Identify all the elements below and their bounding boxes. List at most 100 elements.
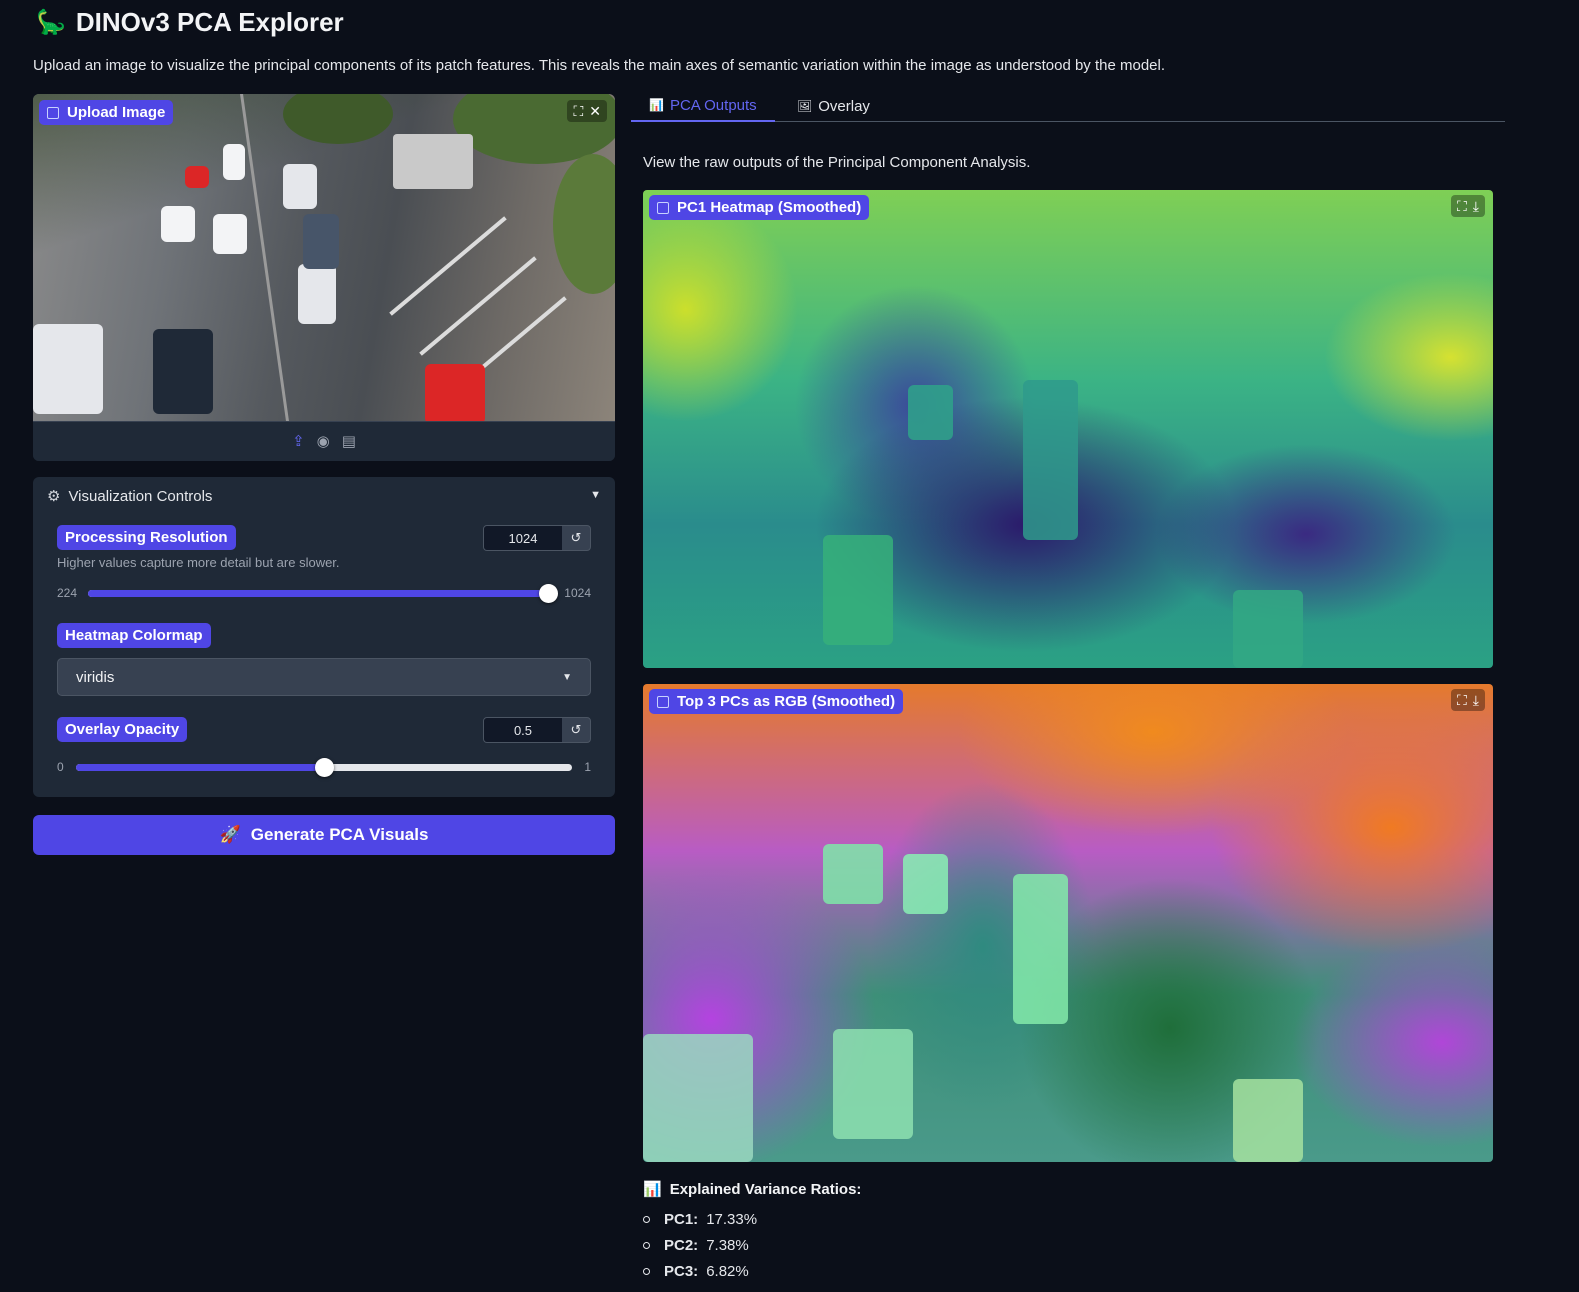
- heatmap-region: [1023, 380, 1078, 540]
- explained-variance-section: 📊 Explained Variance Ratios: PC1: 17.33%…: [643, 1180, 861, 1284]
- reset-icon[interactable]: ↺: [562, 722, 590, 738]
- top3-pcs-rgb-image: Top 3 PCs as RGB (Smoothed) ⛶ ⤓: [643, 684, 1493, 1162]
- heatmap-region: [823, 535, 893, 645]
- upload-image-panel[interactable]: Upload Image ⛶ ✕ ⇪ ◉ ▤: [33, 94, 615, 461]
- slider-fill: [88, 590, 548, 597]
- rgb-image-buttons: ⛶ ⤓: [1450, 689, 1485, 711]
- generate-pca-button[interactable]: 🚀 Generate PCA Visuals: [33, 815, 615, 855]
- rgb-region: [823, 844, 883, 904]
- rgb-region: [833, 1029, 913, 1139]
- pc1-heatmap-image: PC1 Heatmap (Smoothed) ⛶ ⤓: [643, 190, 1493, 668]
- upload-icon[interactable]: ⇪: [292, 433, 305, 451]
- fullscreen-icon[interactable]: ⛶: [1457, 197, 1467, 215]
- uploaded-image: [33, 94, 615, 424]
- overlay-opacity-label-text: Overlay Opacity: [65, 721, 180, 738]
- scene-building: [393, 134, 473, 189]
- slider-thumb[interactable]: [539, 584, 558, 603]
- rgb-image-label: Top 3 PCs as RGB (Smoothed): [649, 689, 904, 714]
- collapse-caret-icon[interactable]: ▼: [590, 489, 601, 501]
- overlay-opacity-slider[interactable]: [76, 758, 572, 777]
- dropdown-caret-icon: ▼: [562, 671, 572, 683]
- fullscreen-icon[interactable]: ⛶: [573, 102, 583, 120]
- rgb-region: [643, 1034, 753, 1162]
- rgb-region: [903, 854, 948, 914]
- output-tabs: 📊 PCA Outputs 🖼 Overlay: [631, 90, 1505, 122]
- controls-accordion-header[interactable]: ⚙ Visualization Controls: [47, 487, 213, 506]
- slider-fill: [76, 764, 324, 771]
- processing-resolution-number: ↺: [483, 525, 591, 551]
- scene-car: [303, 214, 339, 269]
- overlay-opacity-number: ↺: [483, 717, 591, 743]
- list-item: PC3: 6.82%: [643, 1258, 861, 1284]
- visualization-controls-panel: ⚙ Visualization Controls ▼ Processing Re…: [33, 477, 615, 797]
- fullscreen-icon[interactable]: ⛶: [1457, 691, 1467, 709]
- page-title: 🦕 DINOv3 PCA Explorer: [36, 4, 344, 40]
- rocket-icon: 🚀: [219, 825, 241, 844]
- reset-icon[interactable]: ↺: [562, 530, 590, 546]
- bullet-icon: [643, 1241, 650, 1249]
- upload-corner-buttons: ⛶ ✕: [567, 100, 607, 122]
- scene-car: [223, 144, 245, 180]
- download-icon[interactable]: ⤓: [1473, 197, 1479, 215]
- bullet-icon: [643, 1215, 650, 1223]
- explained-variance-title: 📊 Explained Variance Ratios:: [643, 1180, 861, 1199]
- scene-tree: [553, 154, 615, 294]
- slider-min-label: 0: [57, 760, 64, 774]
- heatmap-region: [908, 385, 953, 440]
- scene-car: [153, 329, 213, 414]
- slider-thumb[interactable]: [315, 758, 334, 777]
- image-icon: [657, 695, 669, 708]
- controls-header-text: Visualization Controls: [68, 487, 213, 505]
- colormap-dropdown[interactable]: viridis ▼: [57, 658, 591, 696]
- clipboard-icon[interactable]: ▤: [342, 433, 356, 451]
- picture-icon: 🖼: [797, 99, 813, 113]
- pc-name: PC3:: [664, 1262, 699, 1280]
- scene-car: [213, 214, 247, 254]
- processing-resolution-hint: Higher values capture more detail but ar…: [57, 555, 340, 570]
- webcam-icon[interactable]: ◉: [317, 433, 330, 451]
- list-item: PC1: 17.33%: [643, 1206, 861, 1232]
- pc-value: 6.82%: [706, 1262, 749, 1280]
- scene-tree: [283, 94, 393, 144]
- overlay-opacity-input[interactable]: [484, 718, 562, 742]
- pc-name: PC1:: [664, 1210, 699, 1228]
- scene-car: [283, 164, 317, 209]
- pc1-image-buttons: ⛶ ⤓: [1450, 195, 1485, 217]
- scene-car: [33, 324, 103, 414]
- gear-icon: ⚙: [47, 488, 61, 505]
- heatmap-colormap-label: Heatmap Colormap: [57, 623, 211, 648]
- page-title-text: DINOv3 PCA Explorer: [75, 6, 344, 37]
- explained-variance-list: PC1: 17.33% PC2: 7.38% PC3: 6.82%: [643, 1206, 861, 1284]
- slider-max-label: 1024: [564, 586, 591, 600]
- image-icon: [47, 106, 59, 119]
- slider-max-label: 1: [584, 760, 591, 774]
- colormap-selected-value: viridis: [76, 668, 115, 686]
- processing-resolution-slider[interactable]: [88, 584, 558, 603]
- bar-chart-icon: 📊: [643, 1181, 662, 1198]
- heatmap-colormap-label-text: Heatmap Colormap: [65, 627, 203, 644]
- scene-car: [185, 166, 209, 188]
- slider-min-label: 224: [57, 586, 78, 600]
- tab-pca-outputs[interactable]: 📊 PCA Outputs: [631, 90, 775, 122]
- download-icon[interactable]: ⤓: [1473, 691, 1479, 709]
- pc1-heatmap-label: PC1 Heatmap (Smoothed): [649, 195, 870, 220]
- upload-image-label: Upload Image: [39, 100, 174, 125]
- close-icon[interactable]: ✕: [589, 102, 601, 120]
- bullet-icon: [643, 1267, 650, 1275]
- list-item: PC2: 7.38%: [643, 1232, 861, 1258]
- tab-overlay-label: Overlay: [818, 97, 870, 115]
- image-icon: [657, 201, 669, 214]
- processing-resolution-input[interactable]: [484, 526, 562, 550]
- outputs-description: View the raw outputs of the Principal Co…: [643, 154, 1031, 171]
- tab-overlay[interactable]: 🖼 Overlay: [779, 90, 888, 122]
- pc-value: 7.38%: [706, 1236, 749, 1254]
- processing-resolution-label: Processing Resolution: [57, 525, 236, 550]
- scene-lane-line: [240, 94, 289, 421]
- bar-chart-icon: 📊: [649, 98, 664, 112]
- rgb-region: [1233, 1079, 1303, 1162]
- generate-pca-button-label: Generate PCA Visuals: [250, 825, 429, 844]
- scene-car: [298, 264, 336, 324]
- pc-name: PC2:: [664, 1236, 699, 1254]
- page-description: Upload an image to visualize the princip…: [33, 57, 1166, 74]
- upload-image-label-text: Upload Image: [67, 104, 166, 121]
